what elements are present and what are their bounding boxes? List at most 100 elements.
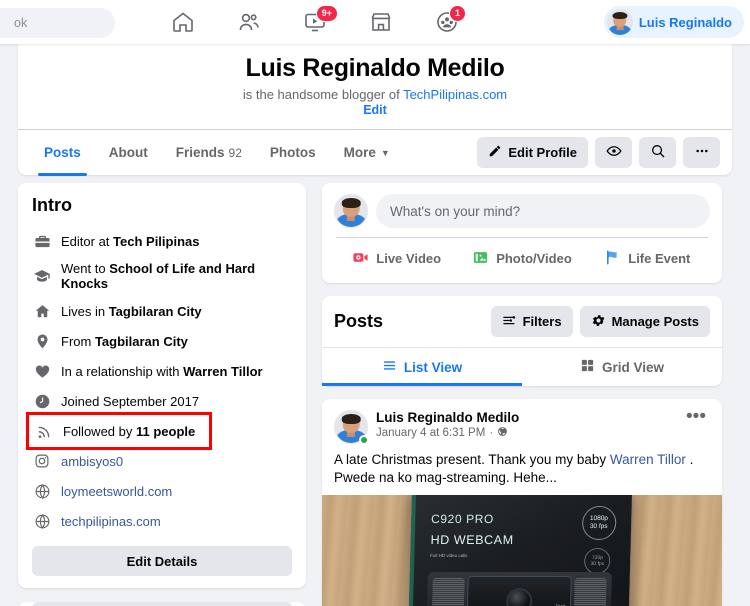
post-text: A late Christmas present. Thank you my b… — [322, 444, 722, 495]
intro-row-relationship[interactable]: In a relationship with Warren Tillor — [32, 356, 292, 386]
friends-icon — [237, 10, 262, 34]
tab-grid-view[interactable]: Grid View — [522, 348, 722, 386]
home-icon — [171, 10, 195, 34]
post-text-mention-link[interactable]: Warren Tillor — [610, 452, 686, 467]
globe-icon — [32, 511, 52, 531]
webcam-mesh-left — [432, 577, 465, 606]
intro-row-lives-in[interactable]: Lives in Tagbilaran City — [32, 296, 292, 326]
gear-icon — [591, 313, 606, 331]
post-avatar-wrapper[interactable] — [334, 410, 369, 445]
search-icon — [650, 143, 666, 162]
intro-row-website-1[interactable]: loymeetsworld.com — [32, 476, 292, 506]
graduation-cap-icon — [32, 266, 52, 286]
intro-row-work[interactable]: Editor at Tech Pilipinas — [32, 226, 292, 256]
edit-profile-button[interactable]: Edit Profile — [477, 137, 588, 168]
composer-top-row: What's on your mind? — [334, 194, 710, 228]
posts-header: Posts Filters Manage Posts — [322, 296, 722, 347]
tab-friends[interactable]: Friends 92 — [162, 130, 256, 176]
post-photo[interactable]: C920 PRO HD WEBCAM Full HD video calls 1… — [322, 495, 722, 606]
rss-icon — [34, 421, 54, 441]
grid-view-label: Grid View — [601, 359, 665, 375]
online-status-indicator — [359, 435, 369, 445]
tab-friends-label: Friends — [175, 145, 225, 160]
intro-row-instagram-link[interactable]: ambisyos0 — [61, 454, 123, 469]
webcam-device-illustration: logi — [425, 571, 613, 606]
profile-search-button[interactable] — [639, 137, 676, 168]
post-text-before: A late Christmas present. Thank you my b… — [334, 452, 610, 467]
intro-row-education[interactable]: Went to School of Life and Hard Knocks — [32, 256, 292, 296]
nav-shortcut-group: 9+ 1 — [150, 0, 480, 44]
profile-more-button[interactable] — [683, 137, 720, 168]
tab-more[interactable]: More ▼ — [330, 130, 404, 176]
post-author-name[interactable]: Luis Reginaldo Medilo — [376, 410, 682, 425]
facebook-profile-page: ok 9+ 1 Luis Reginaldo Luis Reginaldo Me… — [0, 0, 750, 606]
manage-posts-button[interactable]: Manage Posts — [579, 306, 710, 337]
edit-details-button[interactable]: Edit Details — [32, 546, 292, 576]
nav-marketplace-button[interactable] — [348, 0, 414, 44]
nav-profile-button[interactable]: Luis Reginaldo — [603, 6, 744, 38]
eye-icon — [605, 143, 622, 162]
edit-profile-label: Edit Profile — [508, 145, 577, 160]
intro-row-joined-text: Joined September 2017 — [61, 393, 200, 409]
product-badge-1080p: 1080p 30 fps — [581, 505, 617, 540]
intro-row-from[interactable]: From Tagbilaran City — [32, 326, 292, 356]
tab-about-label: About — [108, 145, 148, 160]
post-more-button[interactable]: ••• — [682, 407, 710, 426]
profile-tab-bar: Posts About Friends 92 Photos More ▼ Edi… — [18, 129, 732, 176]
view-as-button[interactable] — [595, 137, 632, 168]
intro-row-lives-in-text: Lives in Tagbilaran City — [61, 303, 202, 319]
edit-bio-link[interactable]: Edit — [18, 103, 732, 117]
product-title-line-1: C920 PRO — [430, 511, 495, 526]
intro-row-followers[interactable]: Followed by 11 people — [26, 412, 212, 450]
nav-home-button[interactable] — [150, 0, 216, 44]
composer-input[interactable]: What's on your mind? — [376, 194, 710, 228]
groups-badge: 1 — [448, 5, 466, 22]
tab-list-view[interactable]: List View — [322, 348, 522, 386]
tab-photos-label: Photos — [269, 145, 316, 160]
composer-actions: Live Video Photo/Video Life Event — [334, 238, 710, 275]
nav-profile-name: Luis Reginaldo — [638, 14, 732, 30]
nav-groups-button[interactable]: 1 — [414, 0, 480, 44]
intro-row-instagram[interactable]: ambisyos0 — [32, 446, 292, 476]
life-event-button[interactable]: Life Event — [585, 242, 710, 275]
life-event-label: Life Event — [628, 251, 691, 266]
nav-friends-button[interactable] — [216, 0, 282, 44]
filters-button[interactable]: Filters — [490, 306, 573, 337]
intro-row-work-text: Editor at Tech Pilipinas — [61, 233, 200, 249]
tab-more-label: More — [343, 145, 376, 160]
tab-about[interactable]: About — [95, 130, 162, 176]
search-input[interactable]: ok — [0, 8, 115, 38]
post-timestamp[interactable]: January 4 at 6:31 PM — [376, 427, 485, 439]
intro-row-relationship-text: In a relationship with Warren Tillor — [61, 363, 263, 379]
post-view-tabs: List View Grid View — [322, 347, 722, 386]
photo-video-label: Photo/Video — [496, 251, 572, 266]
intro-row-followers-text: Followed by 11 people — [63, 423, 196, 439]
live-video-button[interactable]: Live Video — [334, 242, 459, 275]
photo-video-button[interactable]: Photo/Video — [459, 242, 584, 275]
profile-content: Intro Editor at Tech Pilipinas Went to S… — [18, 183, 732, 606]
post-header: Luis Reginaldo Medilo January 4 at 6:31 … — [322, 399, 722, 445]
live-video-label: Live Video — [376, 251, 442, 266]
product-title-line-2: HD WEBCAM — [430, 532, 514, 547]
webcam-mesh-right — [574, 577, 607, 606]
product-subtitle: Full HD video calls — [430, 552, 468, 558]
profile-bio-link[interactable]: TechPilipinas.com — [403, 87, 507, 102]
webcam-product-box: C920 PRO HD WEBCAM Full HD video calls 1… — [407, 495, 633, 606]
tab-posts[interactable]: Posts — [30, 130, 95, 176]
nav-watch-button[interactable]: 9+ — [282, 0, 348, 44]
intro-row-website-1-link[interactable]: loymeetsworld.com — [61, 484, 172, 499]
avatar[interactable] — [334, 194, 368, 228]
intro-row-website-2[interactable]: techpilipinas.com — [32, 506, 292, 536]
marketplace-icon — [369, 10, 393, 34]
badge-720p-line-2: 30 fps — [590, 560, 605, 567]
intro-row-website-2-link[interactable]: techpilipinas.com — [61, 514, 161, 529]
avatar — [606, 9, 633, 35]
post-timestamp-row: January 4 at 6:31 PM · — [376, 426, 682, 440]
home-icon — [32, 301, 52, 321]
page-title: Luis Reginaldo Medilo — [245, 54, 505, 82]
profile-bio-text: is the handsome blogger of — [242, 87, 404, 102]
tab-photos[interactable]: Photos — [256, 130, 330, 176]
ellipsis-icon — [694, 143, 710, 162]
heart-icon — [32, 361, 52, 381]
profile-action-buttons: Edit Profile — [477, 137, 720, 168]
